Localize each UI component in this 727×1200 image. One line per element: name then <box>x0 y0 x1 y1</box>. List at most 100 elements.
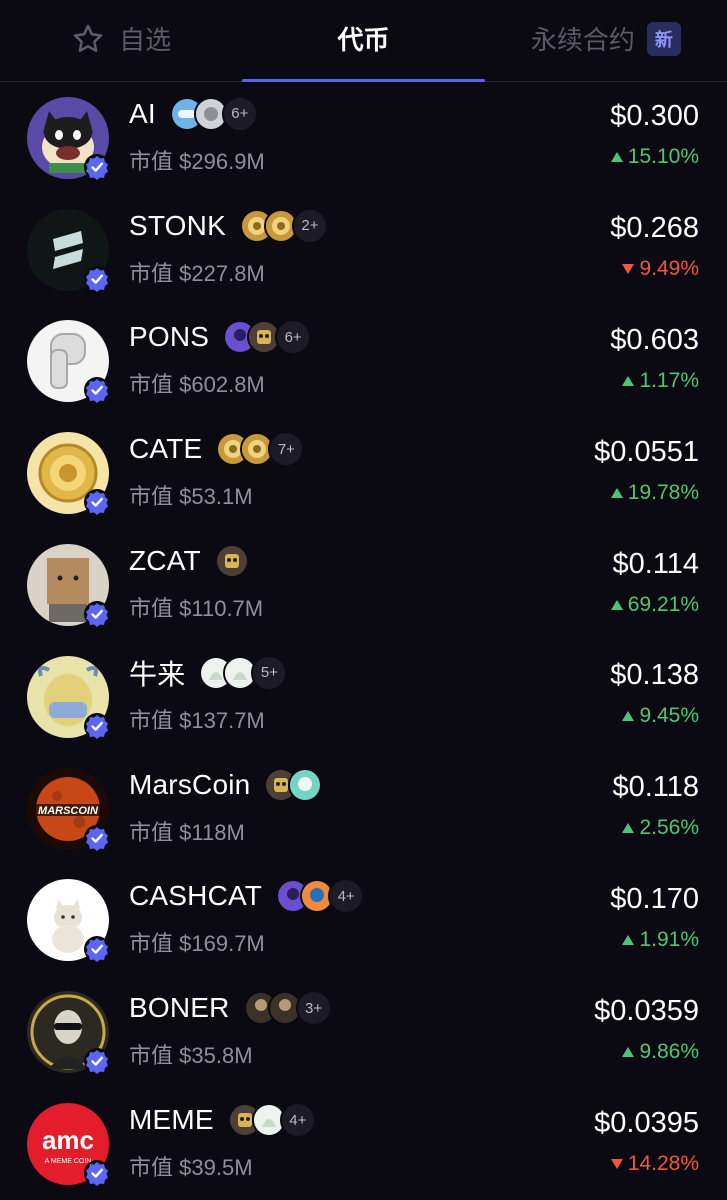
verified-badge-icon <box>83 265 111 293</box>
market-cap-value: $110.7M <box>179 596 264 622</box>
token-name: AI <box>129 97 156 129</box>
token-list: AI 6+ 市值 $296.9M $0.300 15.10% STONK 2+ <box>0 82 727 1200</box>
token-info: BONER 3+ 市值 $35.8M <box>129 976 594 1088</box>
price-change: 19.78% <box>610 480 699 505</box>
token-row[interactable]: CASHCAT 4+ 市值 $169.7M $0.170 1.91% <box>0 865 727 977</box>
token-row[interactable]: CATE 7+ 市值 $53.1M $0.0551 19.78% <box>0 417 727 529</box>
token-name-line: MEME 4+ <box>129 1100 594 1140</box>
token-name-line: STONK 2+ <box>129 206 610 246</box>
price-column: $0.0395 14.28% <box>594 1088 699 1200</box>
price-change: 14.28% <box>610 1151 699 1176</box>
market-cap-value: $227.8M <box>179 260 265 286</box>
token-name-line: AI 6+ <box>129 94 610 134</box>
token-row[interactable]: STONK 2+ 市值 $227.8M $0.268 9.49% <box>0 194 727 306</box>
triangle-up-icon <box>610 152 623 163</box>
market-cap: 市值 $602.8M <box>129 367 610 399</box>
token-info: MEME 4+ 市值 $39.5M <box>129 1088 594 1200</box>
triangle-up-icon <box>622 823 635 834</box>
triangle-up-icon <box>622 375 635 386</box>
token-row[interactable]: amc A MEME COIN MEME 4+ 市值 $39.5M $0.0395… <box>0 1088 727 1200</box>
price-change: 9.86% <box>622 1040 699 1064</box>
market-cap: 市值 $110.7M <box>129 591 611 623</box>
market-cap: 市值 $53.1M <box>129 479 594 511</box>
market-cap-label: 市值 <box>129 819 174 845</box>
token-name-line: CASHCAT 4+ <box>129 876 610 916</box>
token-avatar <box>27 991 110 1075</box>
token-name-line: PONS 6+ <box>129 317 610 357</box>
token-row[interactable]: BONER 3+ 市值 $35.8M $0.0359 9.86% <box>0 976 727 1088</box>
teal-avatar-icon <box>288 767 323 802</box>
tab-bar: 自选 代币 永续合约 新 <box>0 0 727 82</box>
token-price: $0.0551 <box>594 435 699 468</box>
market-cap: 市值 $39.5M <box>129 1150 594 1182</box>
amc-logo-text: amc <box>42 1125 94 1155</box>
tab-tokens[interactable]: 代币 <box>242 0 484 81</box>
price-column: $0.0359 9.86% <box>594 976 699 1088</box>
holder-count-badge: 3+ <box>295 990 332 1027</box>
price-change-value: 9.45% <box>639 704 699 728</box>
token-price: $0.0359 <box>594 994 699 1027</box>
holder-avatars[interactable]: 7+ <box>216 431 305 468</box>
token-info: 牛来 5+ 市值 $137.7M <box>129 641 610 753</box>
triangle-up-icon <box>610 599 623 610</box>
holder-avatars[interactable]: 6+ <box>169 95 258 132</box>
triangle-up-icon <box>622 711 635 722</box>
token-row[interactable]: MARSCOIN MarsCoin 市值 $118M $0.118 2.56% <box>0 753 727 865</box>
holder-avatars[interactable]: 2+ <box>239 207 328 244</box>
verified-badge-icon <box>83 153 111 181</box>
token-price: $0.0395 <box>594 1106 699 1139</box>
market-cap-label: 市值 <box>129 596 174 622</box>
token-row[interactable]: 牛来 5+ 市值 $137.7M $0.138 9.45% <box>0 641 727 753</box>
token-price: $0.114 <box>612 547 699 580</box>
market-cap-value: $602.8M <box>179 372 265 398</box>
price-column: $0.603 1.17% <box>610 306 699 418</box>
price-column: $0.170 1.91% <box>610 865 699 977</box>
token-info: ZCAT 市值 $110.7M <box>129 529 611 641</box>
token-price: $0.170 <box>610 882 699 915</box>
price-change-value: 19.78% <box>627 480 699 504</box>
tab-perpetual[interactable]: 永续合约 新 <box>485 0 727 81</box>
price-change: 9.49% <box>622 257 699 281</box>
token-name: MEME <box>129 1104 214 1136</box>
star-icon[interactable] <box>71 22 105 56</box>
holder-avatars[interactable]: 4+ <box>276 878 365 915</box>
token-avatar <box>27 879 110 963</box>
new-badge: 新 <box>646 21 681 56</box>
token-row[interactable]: PONS 6+ 市值 $602.8M $0.603 1.17% <box>0 306 727 418</box>
tab-watchlist[interactable]: 自选 <box>0 0 242 81</box>
holder-count-badge: 4+ <box>328 878 365 915</box>
price-change-value: 9.49% <box>639 257 699 281</box>
market-cap-value: $35.8M <box>179 1043 253 1069</box>
triangle-down-icon <box>610 1158 623 1169</box>
token-name-line: CATE 7+ <box>129 429 594 469</box>
holder-avatars[interactable]: 3+ <box>243 990 332 1027</box>
token-name-line: 牛来 5+ <box>129 653 610 693</box>
holder-avatars[interactable] <box>214 544 249 579</box>
token-name-line: ZCAT <box>129 541 611 581</box>
tab-tokens-label: 代币 <box>337 25 390 55</box>
token-row[interactable]: AI 6+ 市值 $296.9M $0.300 15.10% <box>0 82 727 194</box>
tab-watchlist-label: 自选 <box>119 25 172 55</box>
holder-count-badge: 6+ <box>221 95 258 132</box>
holder-avatars[interactable] <box>264 767 323 802</box>
holder-avatars[interactable]: 4+ <box>227 1102 316 1139</box>
token-name: STONK <box>129 209 226 241</box>
token-avatar <box>27 432 110 516</box>
market-cap: 市值 $227.8M <box>129 256 610 288</box>
price-change-value: 14.28% <box>627 1151 699 1175</box>
token-name-line: MarsCoin <box>129 765 612 805</box>
market-cap-label: 市值 <box>129 148 174 174</box>
holder-avatars[interactable]: 6+ <box>223 319 312 356</box>
market-cap-value: $137.7M <box>179 707 265 733</box>
price-change: 15.10% <box>610 145 699 169</box>
market-cap-value: $118M <box>179 819 245 845</box>
token-info: PONS 6+ 市值 $602.8M <box>129 306 610 418</box>
token-row[interactable]: ZCAT 市值 $110.7M $0.114 69.21% <box>0 529 727 641</box>
token-name: CASHCAT <box>129 880 263 912</box>
token-price: $0.300 <box>610 100 699 133</box>
market-cap-label: 市值 <box>129 260 174 286</box>
token-avatar <box>27 655 110 739</box>
market-cap-label: 市值 <box>129 484 174 510</box>
price-change-value: 15.10% <box>627 145 699 169</box>
holder-avatars[interactable]: 5+ <box>199 654 288 691</box>
